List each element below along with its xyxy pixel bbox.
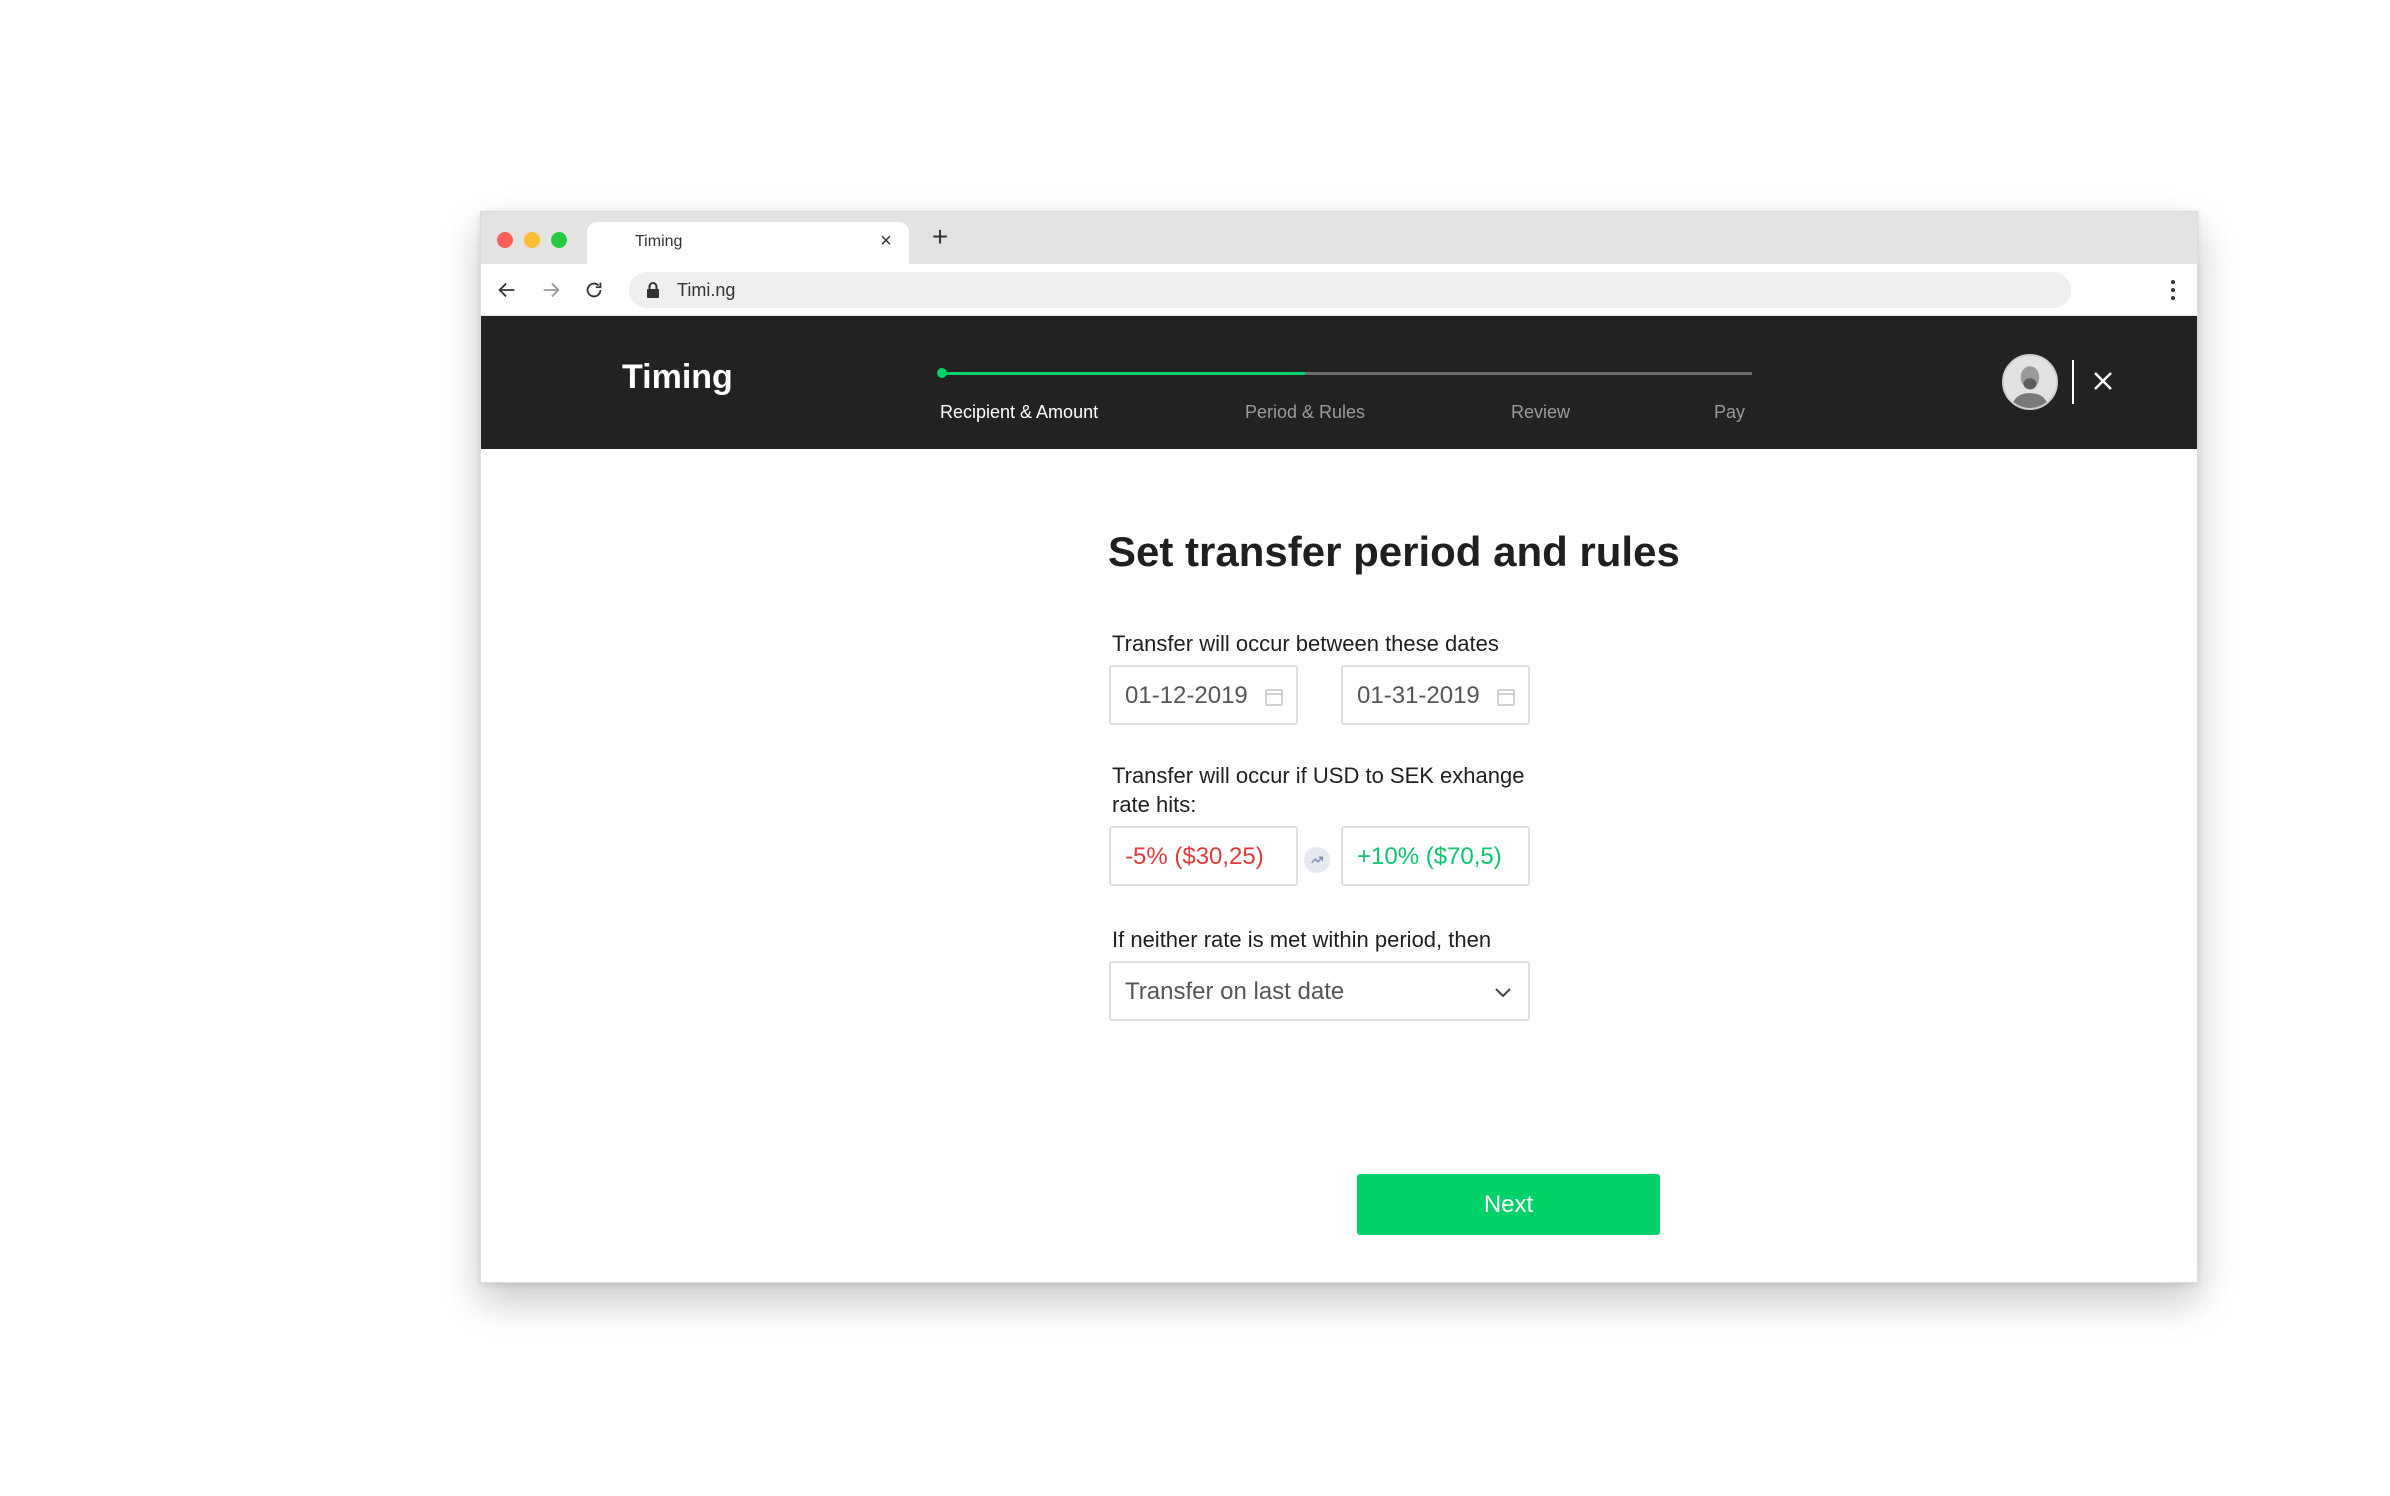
fallback-select[interactable]: Transfer on last date (1109, 961, 1530, 1021)
rate-low-value: -5% ($30,25) (1125, 843, 1264, 870)
progress-bar (940, 372, 1752, 375)
app-header: Timing Recipient & Amount Period & Rules… (481, 316, 2197, 449)
rate-high-field[interactable]: +10% ($70,5) (1341, 826, 1530, 886)
back-arrow-icon[interactable] (493, 276, 521, 304)
end-date-value: 01-31-2019 (1357, 682, 1480, 709)
maximize-window-button[interactable] (551, 232, 567, 248)
page-title: Set transfer period and rules (1108, 528, 1680, 575)
forward-arrow-icon[interactable] (537, 276, 565, 304)
close-icon[interactable] (2088, 366, 2118, 396)
browser-toolbar: Timi.ng (481, 264, 2197, 316)
tab-close-icon[interactable]: × (875, 230, 897, 252)
step-recipient-amount[interactable]: Recipient & Amount (940, 402, 1098, 423)
browser-window: Timing × + Timi.ng Timing Recipient & Am… (480, 211, 2198, 1283)
url-text: Timi.ng (677, 280, 736, 300)
end-date-field[interactable]: 01-31-2019 (1341, 665, 1530, 725)
step-review[interactable]: Review (1511, 402, 1570, 423)
reload-icon[interactable] (580, 276, 608, 304)
lock-icon (647, 282, 659, 298)
step-pay[interactable]: Pay (1714, 402, 1745, 423)
chevron-down-icon (1495, 988, 1511, 998)
address-bar[interactable]: Timi.ng (629, 272, 2071, 308)
browser-menu-icon[interactable] (2163, 276, 2183, 304)
rate-label-line2: rate hits: (1112, 792, 1197, 817)
tab-strip: Timing × + (481, 212, 2197, 264)
progress-start-dot (937, 368, 947, 378)
header-divider (2072, 360, 2074, 404)
calendar-icon (1265, 689, 1283, 706)
rate-high-value: +10% ($70,5) (1357, 843, 1502, 870)
start-date-value: 01-12-2019 (1125, 682, 1248, 709)
user-avatar[interactable] (2002, 354, 2058, 410)
next-button[interactable]: Next (1357, 1174, 1660, 1235)
start-date-field[interactable]: 01-12-2019 (1109, 665, 1298, 725)
close-window-button[interactable] (497, 232, 513, 248)
rate-low-field[interactable]: -5% ($30,25) (1109, 826, 1298, 886)
browser-tab[interactable]: Timing × (587, 222, 909, 264)
dates-label: Transfer will occur between these dates (1112, 631, 1499, 656)
tab-title: Timing (635, 233, 683, 250)
trend-icon (1304, 847, 1330, 873)
rate-label-line1: Transfer will occur if USD to SEK exhang… (1112, 763, 1525, 788)
fallback-selected-value: Transfer on last date (1125, 978, 1345, 1005)
fallback-label: If neither rate is met within period, th… (1112, 927, 1492, 952)
calendar-icon (1497, 689, 1515, 706)
progress-fill (940, 372, 1306, 375)
minimize-window-button[interactable] (524, 232, 540, 248)
brand-logo: Timing (622, 358, 733, 396)
new-tab-button[interactable]: + (925, 222, 955, 252)
step-period-rules[interactable]: Period & Rules (1245, 402, 1365, 423)
